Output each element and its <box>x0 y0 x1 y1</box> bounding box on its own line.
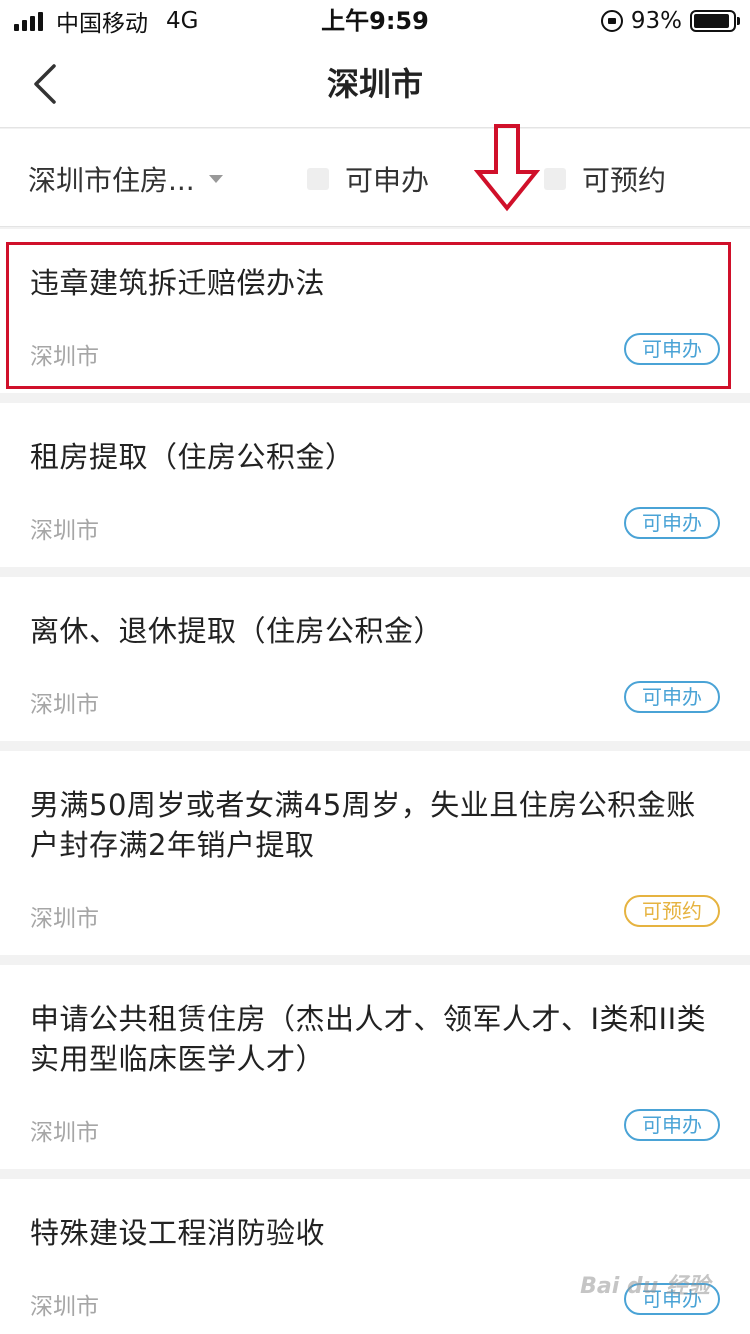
list-item[interactable]: 租房提取（住房公积金） 深圳市 可申办 <box>0 403 750 567</box>
service-list: 违章建筑拆迁赔偿办法 深圳市 可申办 租房提取（住房公积金） 深圳市 可申办 离… <box>0 229 750 1334</box>
list-item[interactable]: 特殊建设工程消防验收 深圳市 可申办 <box>0 1179 750 1334</box>
status-badge: 可申办 <box>624 333 720 365</box>
filter-can-apply[interactable]: 可申办 <box>307 159 429 199</box>
nav-bar: 深圳市 <box>0 42 750 128</box>
item-city: 深圳市 <box>30 1294 99 1320</box>
can-apply-label: 可申办 <box>345 164 430 197</box>
filter-bar: 深圳市住房... 可申办 可预约 <box>0 129 750 227</box>
list-item[interactable]: 违章建筑拆迁赔偿办法 深圳市 可申办 <box>0 229 750 393</box>
item-city: 深圳市 <box>30 692 99 718</box>
item-title: 离休、退休提取（住房公积金） <box>30 614 444 648</box>
item-city: 深圳市 <box>30 1120 99 1146</box>
rotation-lock-icon <box>600 10 623 32</box>
status-right: 93% <box>600 6 740 36</box>
filter-can-reserve[interactable]: 可预约 <box>544 159 666 199</box>
status-badge: 可申办 <box>624 1109 720 1141</box>
status-badge: 可预约 <box>624 895 720 927</box>
page-title: 深圳市 <box>326 65 423 103</box>
list-item[interactable]: 男满50周岁或者女满45周岁，失业且住房公积金账户封存满2年销户提取 深圳市 可… <box>0 751 750 955</box>
item-title: 男满50周岁或者女满45周岁，失业且住房公积金账户封存满2年销户提取 <box>30 788 696 862</box>
list-item[interactable]: 离休、退休提取（住房公积金） 深圳市 可申办 <box>0 577 750 741</box>
caret-down-icon <box>208 175 223 183</box>
status-badge: 可申办 <box>624 507 720 539</box>
item-city: 深圳市 <box>30 906 99 932</box>
baidu-watermark: Bai du 经验 <box>580 1274 710 1299</box>
status-badge: 可申办 <box>624 681 720 713</box>
annotation-arrow-down-icon <box>474 124 540 212</box>
list-item[interactable]: 申请公共租赁住房（杰出人才、领军人才、I类和II类实用型临床医学人才） 深圳市 … <box>0 965 750 1169</box>
dropdown-label: 深圳市住房... <box>28 164 195 197</box>
can-reserve-label: 可预约 <box>582 164 667 197</box>
item-title: 租房提取（住房公积金） <box>30 440 355 474</box>
battery-icon <box>690 10 740 32</box>
status-bar: 中国移动 4G 上午9:59 93% <box>0 0 750 42</box>
item-city: 深圳市 <box>30 344 99 370</box>
department-dropdown[interactable]: 深圳市住房... <box>28 159 223 199</box>
item-title: 特殊建设工程消防验收 <box>30 1216 326 1250</box>
battery-percent: 93% <box>630 8 682 34</box>
item-title: 申请公共租赁住房（杰出人才、领军人才、I类和II类实用型临床医学人才） <box>30 1002 707 1076</box>
item-title: 违章建筑拆迁赔偿办法 <box>30 266 326 300</box>
can-apply-checkbox[interactable] <box>307 168 329 190</box>
item-city: 深圳市 <box>30 518 99 544</box>
can-reserve-checkbox[interactable] <box>544 168 566 190</box>
